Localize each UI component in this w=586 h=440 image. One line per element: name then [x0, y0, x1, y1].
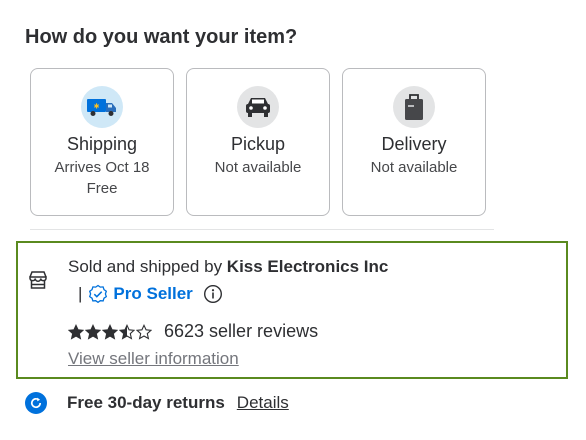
option-availability-text: Not available	[214, 159, 302, 176]
option-availability-text: Not available	[370, 159, 458, 176]
pro-seller-line: | Pro Seller	[78, 284, 223, 304]
star-half-icon	[119, 323, 135, 340]
view-seller-info-link[interactable]: View seller information	[68, 349, 239, 369]
section-divider	[30, 229, 494, 230]
seller-reviews-count: 6623 seller reviews	[164, 321, 319, 341]
option-arrival-text: Arrives Oct 18	[54, 159, 150, 176]
seller-name: Kiss Electronics Inc	[226, 257, 389, 276]
shopping-bag-icon	[393, 86, 435, 128]
returns-details-link[interactable]: Details	[237, 393, 289, 413]
svg-text:✱: ✱	[94, 103, 100, 111]
returns-row: Free 30-day returns Details	[25, 392, 289, 414]
star-full-icon	[85, 323, 101, 340]
seller-rating: 6623 seller reviews	[68, 321, 318, 342]
fulfillment-heading: How do you want your item?	[25, 26, 298, 48]
star-empty-icon	[136, 323, 152, 340]
sold-by-prefix: Sold and shipped by	[68, 257, 227, 276]
seller-info-panel: Sold and shipped by Kiss Electronics Inc…	[16, 241, 568, 379]
pro-seller-label: Pro Seller	[113, 284, 193, 303]
returns-icon	[25, 392, 47, 414]
separator-pipe: |	[78, 284, 83, 303]
info-icon[interactable]	[203, 284, 223, 304]
verified-badge-icon	[88, 284, 108, 304]
star-full-icon	[68, 323, 84, 340]
returns-text: Free 30-day returns	[67, 393, 225, 412]
option-label: Pickup	[230, 134, 286, 154]
store-icon	[28, 270, 48, 295]
sold-by-line: Sold and shipped by Kiss Electronics Inc	[68, 257, 388, 277]
fulfillment-option-delivery[interactable]: Delivery Not available	[342, 68, 486, 216]
fulfillment-option-shipping[interactable]: ✱ Shipping Arrives Oct 18 Free	[30, 68, 174, 216]
star-full-icon	[102, 323, 118, 340]
option-price-text: Free	[86, 180, 118, 197]
car-icon	[237, 86, 279, 128]
star-rating	[68, 323, 152, 340]
option-label: Shipping	[66, 134, 138, 154]
delivery-truck-icon: ✱	[81, 86, 123, 128]
fulfillment-option-pickup[interactable]: Pickup Not available	[186, 68, 330, 216]
option-label: Delivery	[381, 134, 447, 154]
